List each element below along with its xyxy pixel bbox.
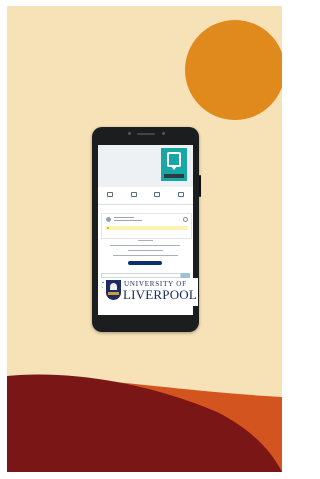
speech-bubble-logo-icon — [167, 152, 181, 170]
text-line — [128, 250, 163, 251]
phone-chin — [98, 318, 193, 328]
nav-item-4[interactable] — [172, 190, 190, 204]
avatar — [106, 217, 111, 222]
post-menu-button[interactable] — [183, 217, 188, 222]
post-author-line — [114, 217, 134, 218]
nav-icon — [130, 192, 137, 197]
nav-item-1[interactable] — [101, 190, 119, 204]
post-meta-line — [114, 220, 142, 221]
app-nav-bar — [98, 190, 193, 205]
post-card[interactable] — [101, 213, 192, 239]
primary-action-button[interactable] — [128, 261, 162, 265]
nav-icon — [106, 192, 113, 197]
university-line2: LIVERPOOL — [123, 287, 198, 302]
front-camera-icon — [128, 132, 131, 135]
logo-wordmark — [164, 174, 184, 178]
speaker-grille — [137, 133, 155, 135]
nav-item-2[interactable] — [125, 190, 143, 204]
sun-circle — [185, 20, 282, 120]
nav-item-3[interactable] — [148, 190, 166, 204]
text-line — [113, 255, 178, 256]
notice-icon — [107, 227, 109, 229]
university-logo: UNIVERSITY OF LIVERPOOL — [104, 278, 198, 306]
app-logo — [161, 148, 187, 181]
app-banner — [98, 145, 193, 187]
nav-icon — [154, 192, 161, 197]
bottom-waves — [7, 374, 282, 472]
side-button — [199, 175, 201, 197]
highlight-bar — [105, 226, 188, 230]
proximity-sensor — [162, 132, 165, 135]
nav-icon — [178, 192, 185, 197]
text-line — [138, 240, 153, 241]
spacer — [102, 287, 103, 288]
text-line — [110, 245, 180, 246]
university-crest-icon — [106, 280, 121, 300]
